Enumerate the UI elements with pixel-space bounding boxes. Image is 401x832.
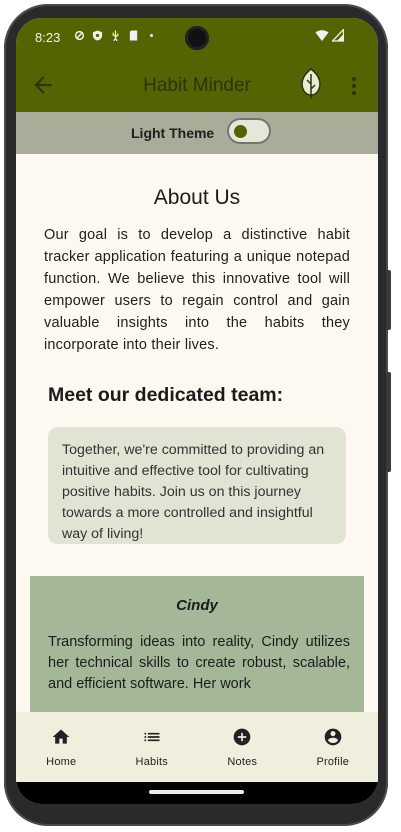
home-icon <box>52 729 70 744</box>
nav-item-habits[interactable]: Habits <box>107 712 198 782</box>
top-bar: 8:23 Habit Minder <box>16 18 378 112</box>
about-paragraph: Our goal is to develop a distinctive hab… <box>44 227 350 353</box>
team-member-card: Cindy Transforming ideas into reality, C… <box>30 576 364 712</box>
list-icon <box>144 732 160 742</box>
about-content[interactable]: About Us Our goal is to develop a distin… <box>16 154 378 712</box>
shield-icon <box>92 30 103 41</box>
app-bar: Habit Minder <box>16 62 378 112</box>
status-time: 8:23 <box>35 30 61 45</box>
member-bio: Transforming ideas into reality, Cindy u… <box>48 634 350 692</box>
nav-item-profile[interactable]: Profile <box>288 712 379 782</box>
vpn-key-icon <box>74 30 85 41</box>
nav-label-home: Home <box>46 756 77 768</box>
wifi-icon <box>315 30 329 41</box>
nav-label-profile: Profile <box>316 756 350 768</box>
about-heading: About Us <box>153 186 241 209</box>
usb-icon <box>112 30 119 41</box>
gesture-bar <box>16 782 378 804</box>
signal-icon <box>332 29 344 42</box>
status-bar: 8:23 <box>16 18 378 58</box>
home-gesture-handle[interactable] <box>149 790 244 794</box>
dot-icon <box>150 34 153 37</box>
volume-button <box>386 270 391 330</box>
nav-label-notes: Notes <box>227 756 258 768</box>
more-vert-icon[interactable] <box>344 74 364 98</box>
nav-item-home[interactable]: Home <box>16 712 107 782</box>
status-notification-icons <box>74 30 157 41</box>
toggle-knob <box>234 125 247 138</box>
sd-card-icon <box>129 30 138 41</box>
team-heading: Meet our dedicated team: <box>48 384 284 406</box>
phone-screen: 8:23 Habit Minder Light Theme About Us O… <box>16 18 378 804</box>
theme-toggle-bar: Light Theme <box>16 112 378 154</box>
theme-toggle-label: Light Theme <box>131 125 215 141</box>
team-intro-text: Together, we're committed to providing a… <box>62 442 325 542</box>
account-circle-icon <box>324 728 342 746</box>
team-intro-card: Together, we're committed to providing a… <box>48 427 346 544</box>
status-system-icons <box>315 29 344 42</box>
nav-item-notes[interactable]: Notes <box>197 712 288 782</box>
bottom-navigation: Home Habits Notes Profile <box>16 712 378 782</box>
front-camera <box>185 26 209 50</box>
power-button <box>386 372 391 472</box>
add-circle-icon <box>233 728 251 746</box>
member-name: Cindy <box>176 597 218 614</box>
leaf-icon[interactable] <box>298 68 324 100</box>
nav-label-habits: Habits <box>135 756 168 768</box>
theme-toggle-switch[interactable] <box>227 118 271 144</box>
